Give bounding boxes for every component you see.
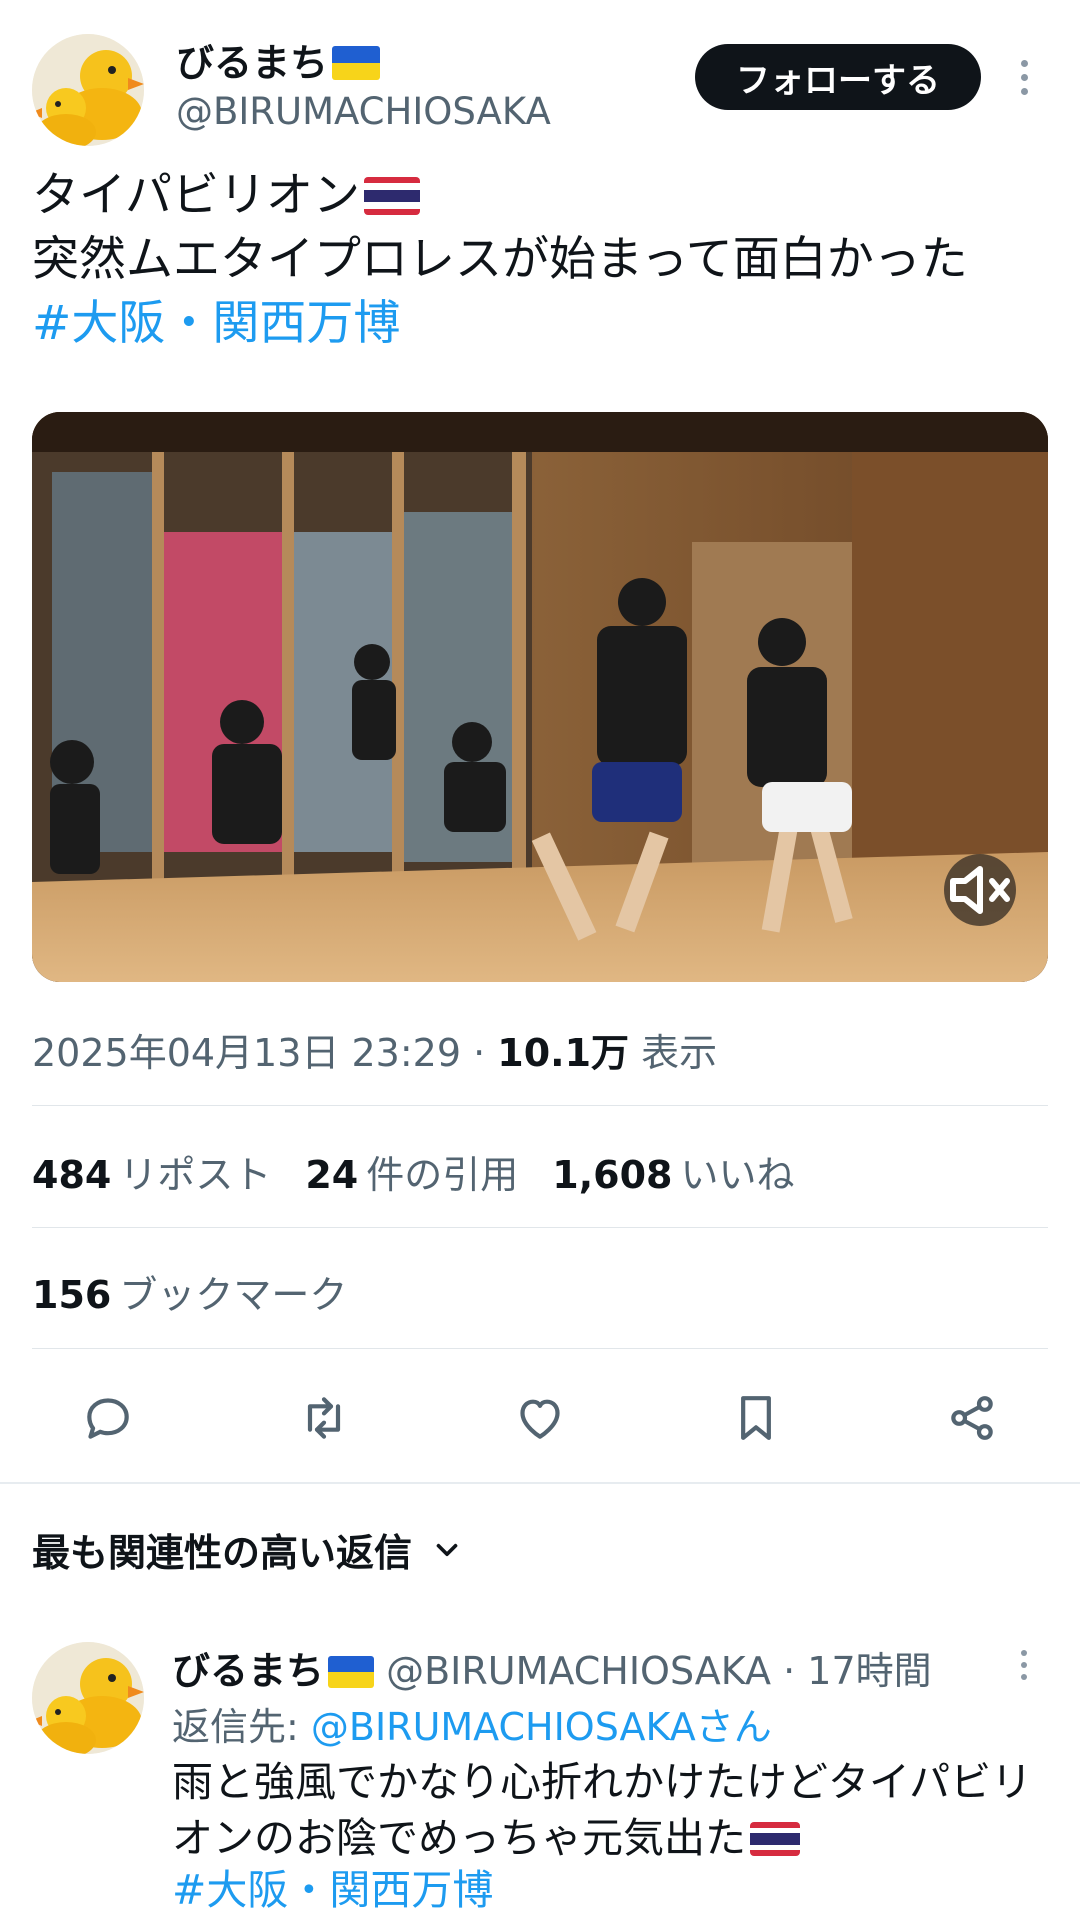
likes-stat[interactable]: 1,608 いいね [552,1144,794,1199]
tweet-video[interactable] [32,412,1048,982]
divider [32,1348,1048,1349]
ukraine-flag-icon [328,1656,375,1688]
reply-time[interactable]: 17時間 [807,1649,931,1693]
author-handle[interactable]: @BIRUMACHIOSAKA [176,90,551,133]
quotes-stat[interactable]: 24 件の引用 [305,1144,518,1199]
divider [32,1105,1048,1106]
engagement-stats: 484 リポスト 24 件の引用 1,608 いいね [32,1144,794,1199]
reply-author-handle[interactable]: @BIRUMACHIOSAKA [386,1649,771,1693]
follow-button[interactable]: フォローする [695,44,981,110]
divider [32,1227,1048,1228]
views-label: 表示 [641,1031,718,1075]
replies-sort-dropdown[interactable]: 最も関連性の高い返信 [32,1522,464,1577]
reply-author-line[interactable]: びるまち @BIRUMACHIOSAKA · 17時間 [172,1640,932,1695]
thailand-flag-icon [364,177,421,215]
section-divider [0,1482,1080,1484]
reposts-stat[interactable]: 484 リポスト [32,1144,271,1199]
thailand-flag-icon [750,1822,800,1856]
bookmarks-stats: 156 ブックマーク [32,1264,347,1319]
mute-icon[interactable] [944,854,1016,926]
reply-author-avatar[interactable] [32,1642,144,1754]
reply-text-line-2: オンのお陰でめっちゃ元気出た [172,1814,800,1863]
more-options-icon[interactable] [1021,60,1028,95]
ukraine-flag-icon [332,46,381,80]
views-count: 10.1万 [497,1031,630,1075]
author-avatar[interactable] [32,34,144,146]
tweet-hashtag-link[interactable]: #大阪・関西万博 [32,296,400,352]
reply-icon[interactable] [76,1386,140,1450]
tweet-text-line-1: タイパビリオン [32,168,421,224]
tweet-timestamp[interactable]: 2025年04月13日 23:29 [32,1031,461,1075]
bookmarks-stat[interactable]: 156 ブックマーク [32,1264,347,1319]
reply-text-line-1: 雨と強風でかなり心折れかけたけどタイパビリ [172,1758,1033,1806]
share-icon[interactable] [940,1386,1004,1450]
reply-hashtag-link[interactable]: #大阪・関西万博 [172,1866,493,1915]
reply-to-handle-link[interactable]: @BIRUMACHIOSAKAさん [311,1705,772,1749]
author-name[interactable]: びるまち [176,32,381,87]
reply-more-options-icon[interactable] [1021,1650,1027,1680]
repost-icon[interactable] [292,1386,356,1450]
tweet-text-line-2: 突然ムエタイプロレスが始まって面白かった [32,232,968,287]
tweet-meta: 2025年04月13日 23:29 · 10.1万 表示 [32,1031,718,1075]
like-icon[interactable] [508,1386,572,1450]
chevron-down-icon [436,1543,458,1556]
reply-to-line: 返信先: @BIRUMACHIOSAKAさん [172,1705,772,1749]
bookmark-icon[interactable] [724,1386,788,1450]
